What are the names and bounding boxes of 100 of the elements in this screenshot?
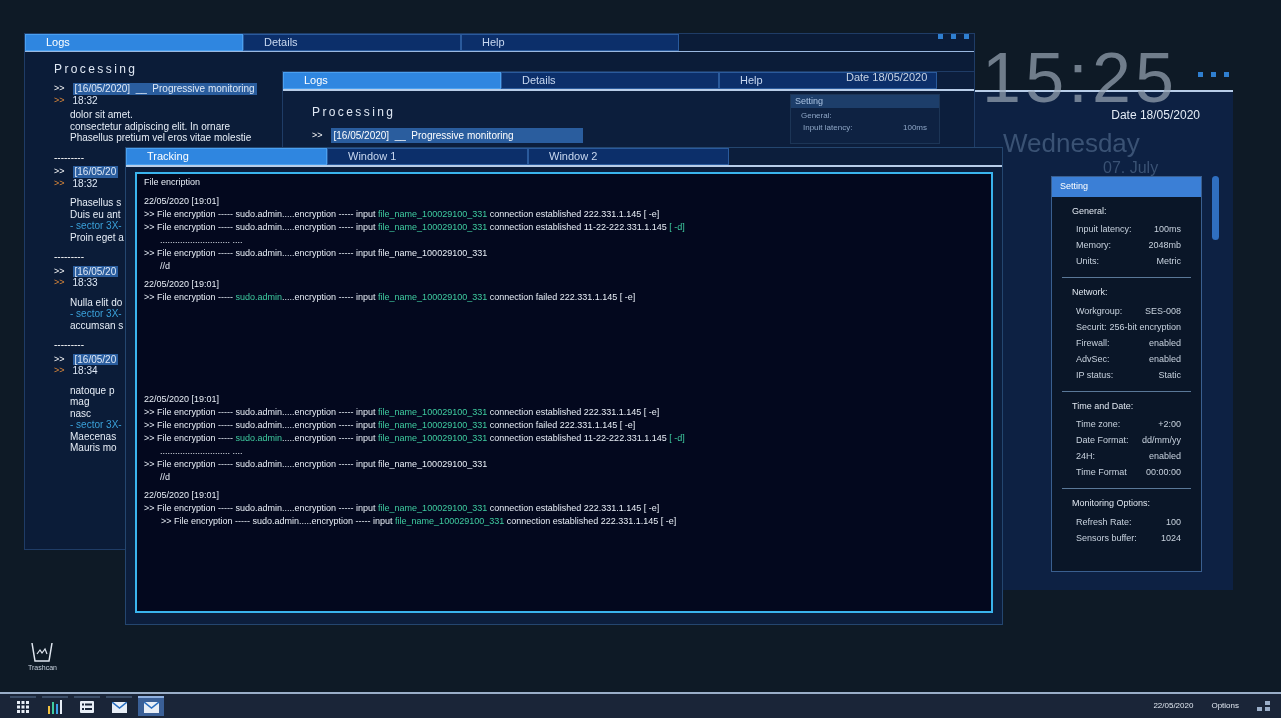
log-date: 22/05/2020 [19:01] (144, 278, 220, 291)
setting-label: Securit: (1076, 320, 1107, 334)
setting-label: IP status: (1076, 368, 1114, 382)
log-line: //d (159, 260, 170, 273)
prompt-marker: >> (54, 177, 65, 189)
log-timestamp: [16/05/2020] __ Progressive monitoring (72, 83, 257, 95)
dots-icon (1198, 72, 1230, 77)
setting-value: 100 (1165, 515, 1181, 529)
log-text: Maecenas (70, 430, 117, 442)
prompt-marker: >> (54, 353, 65, 365)
setting-label: Inpuit latency: (803, 123, 853, 133)
log-date: 22/05/2020 [19:01] (144, 489, 220, 502)
scrollbar[interactable] (1212, 176, 1219, 240)
log-time: 18:33 (72, 277, 98, 289)
prompt-marker: >> (54, 166, 65, 178)
trash-bin-icon[interactable] (31, 642, 54, 662)
section-heading: Processing (54, 61, 138, 78)
options-button[interactable]: Options (1211, 700, 1239, 712)
log-line: ............................ .... (159, 234, 243, 247)
log-line: >> File encryption ----- sudo.admin.....encryption ----- input file_name_100029100_331 connection established 222.331.1.145 [ -e] (144, 208, 660, 221)
setting-label: Memory: (1076, 239, 1111, 252)
log-timestamp: [16/05/20 (72, 353, 119, 365)
log-line: >> File encryption ----- sudo.admin.....encryption ----- input file_name_100029100_331 connection failed 222.331.1.145 [ -e] (144, 291, 636, 304)
setting-value: 00:00:00 (1145, 466, 1181, 479)
log-text: consectetur adipiscing elit. In ornare (70, 120, 231, 132)
group-heading: Monitoring Options: (1072, 497, 1152, 510)
log-line: >> File encryption ----- sudo.admin.....encryption ----- input file_name_100029100_331 (144, 247, 488, 260)
taskbar-button[interactable] (42, 696, 68, 716)
setting-value: enabled (1148, 352, 1181, 366)
separator-text: --------- (54, 151, 84, 163)
log-line: >> File encryption ----- sudo.admin.....encryption ----- input file_name_100029100_331 connection established 11-22-222.331.1.145 [ -d] (144, 432, 685, 445)
log-text: mag (70, 396, 90, 408)
log-text: Nulla elit do (70, 296, 123, 308)
panel-header: Setting (1052, 177, 1201, 197)
setting-value: 100ms (1154, 223, 1181, 236)
setting-label: 24H: (1076, 450, 1095, 463)
taskbar-button[interactable] (10, 696, 36, 716)
log-line: >> File encryption ----- sudo.admin.....encryption ----- input file_name_100029100_331 connection established 222.331.1.145 [ -e] (160, 515, 677, 528)
prompt-marker: >> (312, 128, 323, 142)
app-grid-icon (17, 701, 29, 713)
prompt-marker: >> (54, 94, 65, 106)
log-line: >> File encryption ----- sudo.admin.....encryption ----- input file_name_100029100_331 connection established 222.331.1.145 [ -e] (144, 502, 660, 515)
setting-label: Workgroup: (1076, 304, 1123, 318)
window-tab[interactable]: Tracking (126, 148, 327, 165)
prompt-marker: >> (54, 277, 65, 289)
window-tab[interactable]: Window 2 (528, 148, 729, 165)
log-date: 22/05/2020 [19:01] (144, 393, 220, 406)
log-line: >> File encryption ----- sudo.admin.....encryption ----- input file_name_100029100_331 connection established 11-22-222.331.1.145 [ -d] (144, 221, 685, 234)
setting-value: Metric (1156, 255, 1181, 268)
setting-label: Time zone: (1076, 418, 1121, 431)
log-text: - sector 3X- (70, 308, 122, 320)
log-text: Proin eget a (70, 231, 124, 243)
setting-label: Firewall: (1076, 336, 1110, 350)
window-tab[interactable]: Logs (283, 72, 501, 89)
panel-header: Setting (791, 95, 939, 108)
group-heading: General: (1072, 204, 1108, 218)
prompt-marker: >> (54, 365, 65, 377)
log-line: >> File encryption ----- sudo.admin.....encryption ----- input file_name_100029100_331 connection established 222.331.1.145 [ -e] (144, 406, 660, 419)
log-time: 18:32 (72, 177, 98, 189)
setting-value: SES-008 (1144, 304, 1181, 318)
group-heading: Time and Date: (1072, 399, 1135, 413)
window-tab[interactable]: Details (501, 72, 719, 89)
setting-label: Units: (1076, 255, 1099, 268)
window-tab[interactable]: Help (461, 34, 679, 51)
log-time: 18:32 (72, 94, 98, 106)
window-tab[interactable]: Window 1 (327, 148, 528, 165)
setting-value: enabled (1148, 336, 1181, 350)
corner-squares-icon (1257, 701, 1271, 711)
list-icon (80, 701, 94, 713)
setting-label: Date Format: (1076, 434, 1129, 447)
log-text: Phasellus pretium vel eros vitae molestie (70, 132, 252, 144)
console-title: File encription (144, 176, 201, 188)
taskbar-button[interactable] (106, 696, 132, 716)
setting-value: dd/mm/yy (1142, 434, 1181, 447)
setting-value: enabled (1148, 450, 1181, 463)
setting-value: 256-bit encryption (1109, 320, 1181, 334)
setting-label: Inpuit latency: (1076, 223, 1132, 236)
log-timestamp: [16/05/20 (72, 265, 119, 277)
setting-value: +2:00 (1158, 418, 1181, 431)
separator-text: --------- (54, 339, 84, 351)
taskbar-date: 22/05/2020 (1153, 700, 1194, 712)
dots-icon (938, 34, 970, 39)
setting-label: Time Format (1076, 466, 1127, 479)
prompt-marker: >> (54, 83, 65, 95)
mail-icon (111, 701, 127, 713)
section-heading: Processing (312, 104, 396, 121)
log-text: Mauris mo (70, 442, 117, 454)
log-text: - sector 3X- (70, 419, 122, 431)
setting-label: Refresh Rate: (1076, 515, 1132, 529)
setting-value: 100ms (903, 123, 927, 133)
group-heading: Network: (1072, 286, 1109, 299)
log-text: nasc (70, 407, 92, 419)
log-timestamp: [16/05/20 (72, 166, 119, 178)
prompt-marker: >> (54, 265, 65, 277)
taskbar-button[interactable] (74, 696, 100, 716)
window-tab[interactable]: Details (243, 34, 461, 51)
log-line: >> File encryption ----- sudo.admin.....encryption ----- input file_name_100029100_331 (144, 458, 488, 471)
window-tab[interactable]: Logs (25, 34, 243, 51)
log-timestamp: [16/05/2020] __ Progressive monitoring (330, 128, 583, 143)
setting-label: AdvSec: (1076, 352, 1110, 366)
